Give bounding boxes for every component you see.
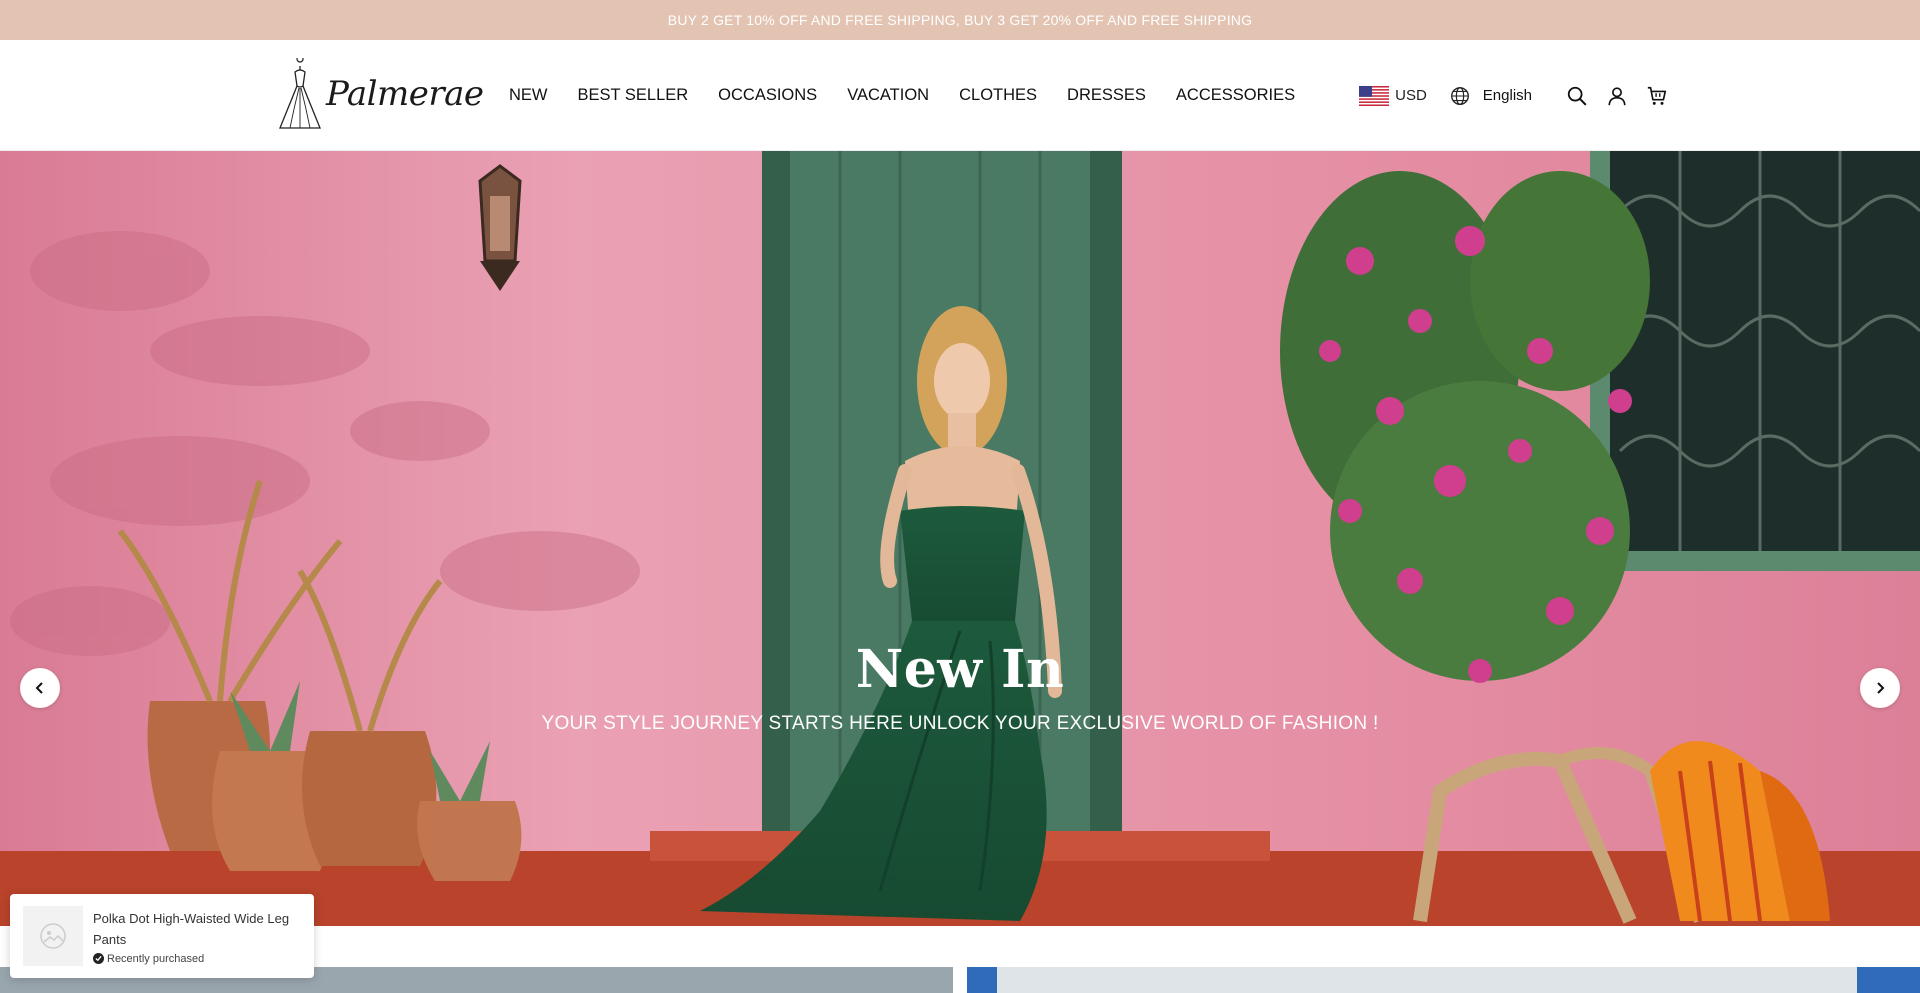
check-circle-icon xyxy=(93,953,104,964)
site-header: Palmerae NEW BEST SELLER OCCASIONS VACAT… xyxy=(0,40,1920,151)
announcement-text: BUY 2 GET 10% OFF AND FREE SHIPPING, BUY… xyxy=(667,12,1253,28)
logo[interactable]: Palmerae xyxy=(276,58,484,130)
us-flag-icon[interactable] xyxy=(1359,85,1390,106)
nav-item-clothes[interactable]: CLOTHES xyxy=(959,86,1037,105)
header-utilities: USD English xyxy=(1359,40,1670,151)
cart-icon[interactable] xyxy=(1644,83,1670,109)
carousel-prev-button[interactable] xyxy=(20,668,60,708)
hero-subtitle: YOUR STYLE JOURNEY STARTS HERE UNLOCK YO… xyxy=(541,713,1379,734)
logo-text: Palmerae xyxy=(326,74,484,114)
recent-purchase-popup[interactable]: Polka Dot High-Waisted Wide Leg Pants Re… xyxy=(10,894,314,978)
search-icon[interactable] xyxy=(1564,83,1590,109)
carousel-next-button[interactable] xyxy=(1860,668,1900,708)
chevron-right-icon xyxy=(1877,682,1885,694)
product-thumbnail[interactable] xyxy=(23,906,83,966)
image-placeholder-icon xyxy=(40,923,66,949)
main-nav: NEW BEST SELLER OCCASIONS VACATION CLOTH… xyxy=(509,40,1325,151)
announcement-bar: BUY 2 GET 10% OFF AND FREE SHIPPING, BUY… xyxy=(0,0,1920,40)
hero-title: New In xyxy=(855,639,1065,700)
nav-item-accessories[interactable]: ACCESSORIES xyxy=(1176,86,1295,105)
dress-logo-icon xyxy=(279,58,321,129)
nav-item-vacation[interactable]: VACATION xyxy=(847,86,929,105)
nav-item-best-seller[interactable]: BEST SELLER xyxy=(578,86,689,105)
hero-image xyxy=(0,151,1920,926)
nav-item-occasions[interactable]: OCCASIONS xyxy=(718,86,817,105)
language-selector[interactable]: English xyxy=(1483,87,1532,104)
globe-icon[interactable] xyxy=(1449,85,1471,107)
popup-product-name[interactable]: Polka Dot High-Waisted Wide Leg Pants xyxy=(93,908,298,950)
chevron-left-icon xyxy=(35,682,43,694)
nav-item-new[interactable]: NEW xyxy=(509,86,548,105)
currency-selector[interactable]: USD xyxy=(1395,87,1427,104)
account-icon[interactable] xyxy=(1604,83,1630,109)
category-tile-right[interactable] xyxy=(967,967,1920,993)
nav-item-dresses[interactable]: DRESSES xyxy=(1067,86,1146,105)
popup-status: Recently purchased xyxy=(93,953,298,965)
popup-status-text: Recently purchased xyxy=(107,952,205,965)
hero-banner[interactable]: New In YOUR STYLE JOURNEY STARTS HERE UN… xyxy=(0,151,1920,926)
